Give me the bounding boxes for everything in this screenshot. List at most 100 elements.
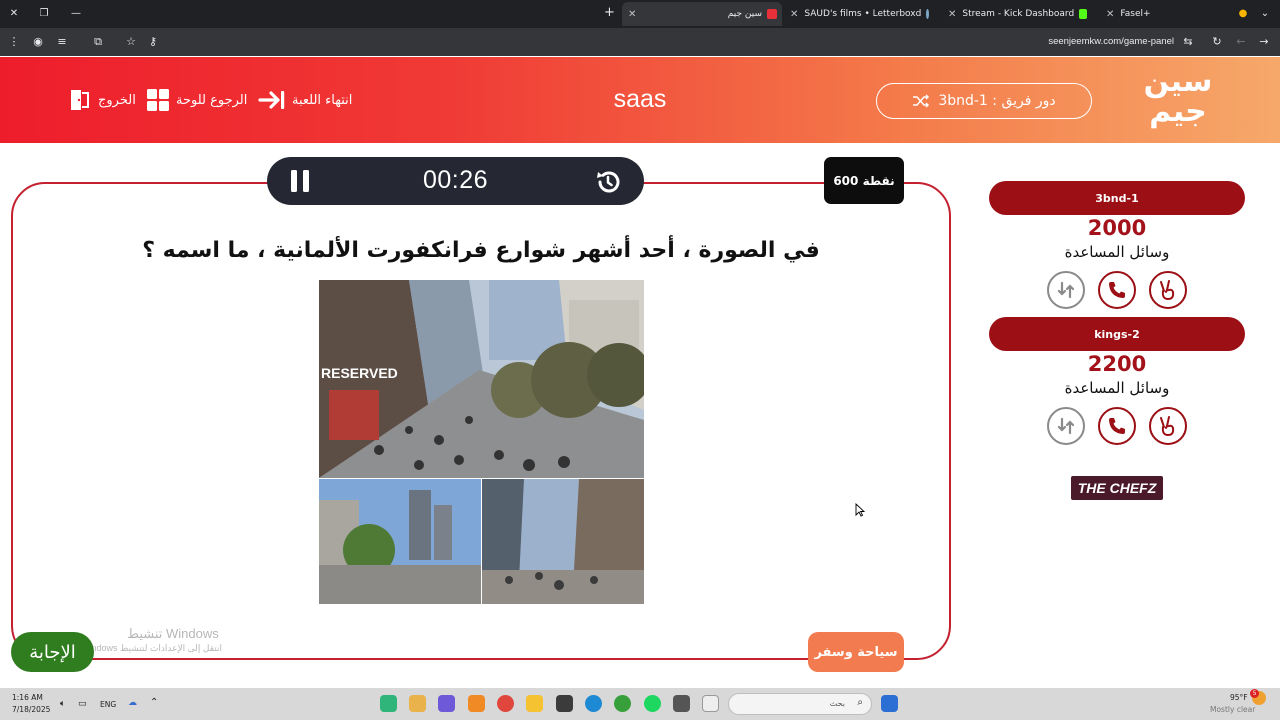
- peace-hand-icon: [1160, 280, 1175, 301]
- tab-close-icon[interactable]: ✕: [948, 9, 956, 20]
- taskbar-discord-icon[interactable]: [438, 695, 455, 712]
- peace-hand-icon: [1160, 416, 1175, 437]
- logo-text-bottom: جيم: [1149, 94, 1207, 129]
- browser-toolbar: ⋮ ◉ ≡ ⧉ ☆ ⚷ seenjeemkw.com/game-panel ⇆ …: [0, 28, 1280, 56]
- team-2-call-aid[interactable]: [1098, 407, 1136, 445]
- search-icon: ⌕: [857, 697, 863, 708]
- tab-close-icon[interactable]: ✕: [628, 9, 636, 20]
- tab-seenjeem[interactable]: ✕ سين جيم: [622, 2, 782, 26]
- taskbar-app-4-icon[interactable]: [468, 695, 485, 712]
- clock-date: 7/18/2025: [12, 705, 51, 714]
- tab-title: سين جيم: [727, 9, 762, 19]
- window-minimize-icon[interactable]: —: [67, 5, 85, 23]
- onedrive-icon[interactable]: ☁: [128, 698, 137, 708]
- tab-close-icon[interactable]: ✕: [790, 9, 798, 20]
- mouse-cursor-icon: [855, 503, 865, 517]
- sponsor-logo: THE CHEFZ: [1071, 476, 1163, 500]
- team-2-two-answers-aid[interactable]: [1149, 407, 1187, 445]
- taskbar-app-7-icon[interactable]: [556, 695, 573, 712]
- end-game-button[interactable]: انتهاء اللعبة: [258, 88, 352, 112]
- password-key-icon[interactable]: ⚷: [145, 34, 161, 50]
- window-restore-icon[interactable]: ❐: [35, 5, 53, 23]
- team-2-score[interactable]: 2200: [989, 352, 1245, 376]
- tab-kick[interactable]: ✕ Stream - Kick Dashboard: [942, 2, 1092, 26]
- taskbar-chrome-profile-icon[interactable]: [409, 695, 426, 712]
- team-turn-indicator: دور فريق : 3bnd-1: [876, 83, 1092, 119]
- taskbar-explorer-icon[interactable]: [526, 695, 543, 712]
- team-1-call-aid[interactable]: [1098, 271, 1136, 309]
- points-badge: 600 نقطة: [824, 157, 904, 204]
- team-turn-label: دور فريق : 3bnd-1: [938, 93, 1056, 109]
- browser-tab-strip: ✕ ❐ — + ✕ سين جيم ✕ SAUD's films • Lette…: [0, 0, 1280, 28]
- taskbar-app-11-icon[interactable]: [673, 695, 690, 712]
- back-to-board-button[interactable]: الرجوع للوحة: [146, 88, 247, 112]
- reset-timer-icon[interactable]: [594, 168, 622, 196]
- search-placeholder: بحث: [829, 699, 845, 708]
- taskbar-app-1-icon[interactable]: [380, 695, 397, 712]
- team-1-name: 3bnd-1: [989, 181, 1245, 215]
- extensions-icon[interactable]: ⧉: [90, 34, 106, 50]
- back-to-board-label: الرجوع للوحة: [176, 92, 248, 108]
- menu-kebab-icon[interactable]: ⋮: [6, 34, 22, 50]
- network-icon[interactable]: ▭: [78, 699, 87, 709]
- exit-door-icon: [71, 90, 89, 110]
- language-indicator[interactable]: ENG: [100, 700, 116, 709]
- zeil-street-photo: RESERVED: [319, 280, 644, 604]
- exit-label: الخروج: [98, 92, 136, 108]
- taskbar-spotify-icon[interactable]: [644, 695, 661, 712]
- tab-search-icon[interactable]: ⌄: [1256, 5, 1274, 23]
- profile-icon[interactable]: ◉: [30, 34, 46, 50]
- tab-fasel[interactable]: ✕ Fasel+: [1100, 2, 1250, 26]
- lightbulb-icon[interactable]: ●: [1234, 5, 1252, 23]
- tab-title: SAUD's films • Letterboxd: [804, 9, 922, 19]
- back-arrow-icon[interactable]: →: [1256, 34, 1272, 50]
- bookmark-star-icon[interactable]: ☆: [123, 34, 139, 50]
- reading-list-icon[interactable]: ≡: [54, 34, 70, 50]
- taskbar-start-icon[interactable]: [881, 695, 898, 712]
- weather-temp[interactable]: 95°F: [1230, 693, 1248, 702]
- notification-badge: 5: [1250, 689, 1259, 698]
- window-close-icon[interactable]: ✕: [5, 5, 23, 23]
- team-2-name: kings-2: [989, 317, 1245, 351]
- taskbar-xbox-icon[interactable]: [614, 695, 631, 712]
- exit-button[interactable]: الخروج: [68, 88, 136, 112]
- tab-favicon-icon: [926, 9, 929, 19]
- shuffle-icon: [913, 94, 930, 108]
- timer-bar: 00:26: [267, 157, 644, 205]
- team-2-helpers-label: وسائل المساعدة: [1064, 379, 1170, 397]
- end-arrow-icon: [258, 91, 285, 109]
- team-1-score[interactable]: 2000: [989, 216, 1245, 240]
- address-bar[interactable]: seenjeemkw.com/game-panel: [1048, 36, 1174, 47]
- windows-activation-title: تنشيط Windows: [127, 626, 219, 641]
- tab-favicon-icon: [767, 9, 777, 19]
- tab-close-icon[interactable]: ✕: [1106, 9, 1114, 20]
- forward-arrow-icon[interactable]: ←: [1233, 34, 1249, 50]
- question-text: في الصورة ، أحد أشهر شوارع فرانكفورت الأ…: [142, 238, 820, 263]
- logo-text-top: سين: [1143, 64, 1213, 99]
- tray-overflow-icon[interactable]: ⌃: [150, 697, 158, 708]
- tab-title: Stream - Kick Dashboard: [962, 9, 1075, 19]
- tab-favicon-icon: [1079, 9, 1087, 19]
- taskbar-search-box[interactable]: ⌕ بحث: [728, 693, 872, 715]
- swap-turn-icon: [1057, 417, 1075, 435]
- grid-icon: [147, 89, 169, 111]
- weather-text: Mostly clear: [1210, 705, 1256, 714]
- clock-time: 1:16 AM: [12, 693, 43, 702]
- site-settings-icon[interactable]: ⇆: [1180, 34, 1196, 50]
- end-game-label: انتهاء اللعبة: [292, 92, 353, 108]
- show-answer-button[interactable]: الإجابة: [11, 632, 94, 672]
- seenjeem-logo: سين جيم: [1142, 67, 1214, 133]
- team-1-helpers-label: وسائل المساعدة: [1064, 243, 1170, 261]
- taskbar-chrome-icon[interactable]: [497, 695, 514, 712]
- speaker-icon[interactable]: 🔈︎: [60, 699, 65, 709]
- team-2-swap-aid[interactable]: [1047, 407, 1085, 445]
- tab-letterboxd[interactable]: ✕ SAUD's films • Letterboxd: [784, 2, 934, 26]
- game-header: الخروج الرجوع للوحة انتهاء اللعبة saas د…: [0, 57, 1280, 143]
- taskbar-app-12-icon[interactable]: [702, 695, 719, 712]
- new-tab-icon[interactable]: +: [604, 6, 615, 20]
- phone-icon: [1109, 418, 1125, 434]
- team-1-swap-aid[interactable]: [1047, 271, 1085, 309]
- reload-icon[interactable]: ↻: [1209, 34, 1225, 50]
- team-1-two-answers-aid[interactable]: [1149, 271, 1187, 309]
- taskbar-edge-icon[interactable]: [585, 695, 602, 712]
